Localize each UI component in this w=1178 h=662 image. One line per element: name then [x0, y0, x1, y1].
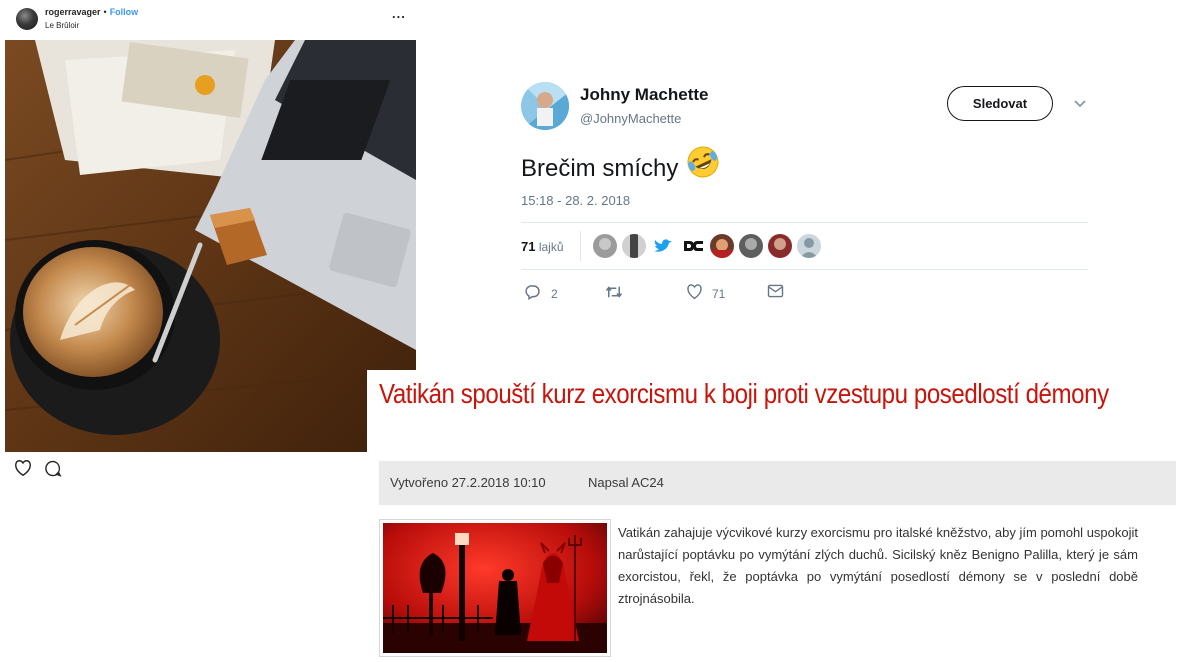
separator-dot: •	[103, 7, 107, 17]
heart-icon[interactable]	[14, 460, 32, 476]
dc-logo-icon[interactable]	[681, 234, 705, 258]
likes-summary[interactable]: 71 lajků	[521, 239, 564, 254]
instagram-actions	[14, 460, 74, 480]
tweet-card: Johny Machette @JohnyMachette Sledovat B…	[505, 70, 1105, 310]
reply-button[interactable]: 2	[525, 284, 558, 304]
user-handle[interactable]: @JohnyMachette	[580, 111, 681, 126]
news-article: Vatikán spouští kurz exorcismu k boji pr…	[367, 370, 1178, 662]
envelope-icon	[767, 284, 784, 298]
profile-photo	[521, 82, 569, 130]
liker-avatar[interactable]	[739, 234, 763, 258]
liker-avatar[interactable]	[593, 234, 617, 258]
instagram-user-line: rogerravager • Follow	[45, 7, 138, 17]
exorcism-red-scene-image	[383, 523, 607, 653]
direct-message-button[interactable]	[767, 284, 784, 304]
divider	[521, 222, 1088, 223]
comment-icon[interactable]	[44, 460, 62, 477]
instagram-photo	[5, 40, 416, 452]
liker-avatar[interactable]	[768, 234, 792, 258]
tweet-timestamp[interactable]: 15:18 - 28. 2. 2018	[521, 193, 630, 208]
avatar[interactable]	[521, 82, 569, 130]
chevron-down-icon[interactable]	[1073, 97, 1087, 111]
likes-count: 71	[521, 239, 536, 254]
retweet-icon	[605, 286, 623, 298]
author: Napsal AC24	[588, 475, 664, 490]
created-date: Vytvořeno 27.2.2018 10:10	[390, 475, 546, 490]
like-count: 71	[712, 287, 726, 301]
instagram-post-header: rogerravager • Follow Le Brûloir ...	[0, 0, 416, 40]
coffee-laptop-photo	[5, 40, 416, 452]
article-image	[379, 519, 611, 657]
rolling-on-floor-laughing-emoji-icon	[687, 146, 719, 178]
article-meta-bar: Vytvořeno 27.2.2018 10:10 Napsal AC24	[379, 461, 1176, 505]
liker-avatar[interactable]	[710, 234, 734, 258]
liker-avatar[interactable]	[797, 234, 821, 258]
twitter-bird-icon[interactable]	[651, 234, 675, 258]
likes-label: lajků	[538, 240, 564, 254]
tweet-text: Brečim smíchy	[521, 155, 679, 182]
location-label[interactable]: Le Brûloir	[45, 21, 79, 30]
tweet-text-line: Brečim smíchy	[521, 145, 720, 183]
display-name[interactable]: Johny Machette	[580, 85, 708, 105]
divider	[580, 231, 581, 261]
follow-link[interactable]: Follow	[110, 7, 139, 17]
divider	[521, 269, 1088, 270]
liker-avatar[interactable]	[622, 234, 646, 258]
avatar[interactable]	[16, 8, 38, 30]
retweet-button[interactable]	[605, 284, 623, 304]
article-title[interactable]: Vatikán spouští kurz exorcismu k boji pr…	[379, 378, 1153, 409]
reply-count: 2	[551, 287, 558, 301]
reply-icon	[525, 285, 540, 300]
like-button[interactable]: 71	[686, 284, 725, 304]
article-body: Vatikán zahajuje výcvikové kurzy exorcis…	[618, 525, 1138, 606]
more-options-button[interactable]: ...	[392, 6, 406, 21]
heart-icon	[687, 284, 702, 300]
follow-button[interactable]: Sledovat	[947, 86, 1053, 121]
instagram-username[interactable]: rogerravager	[45, 7, 101, 17]
